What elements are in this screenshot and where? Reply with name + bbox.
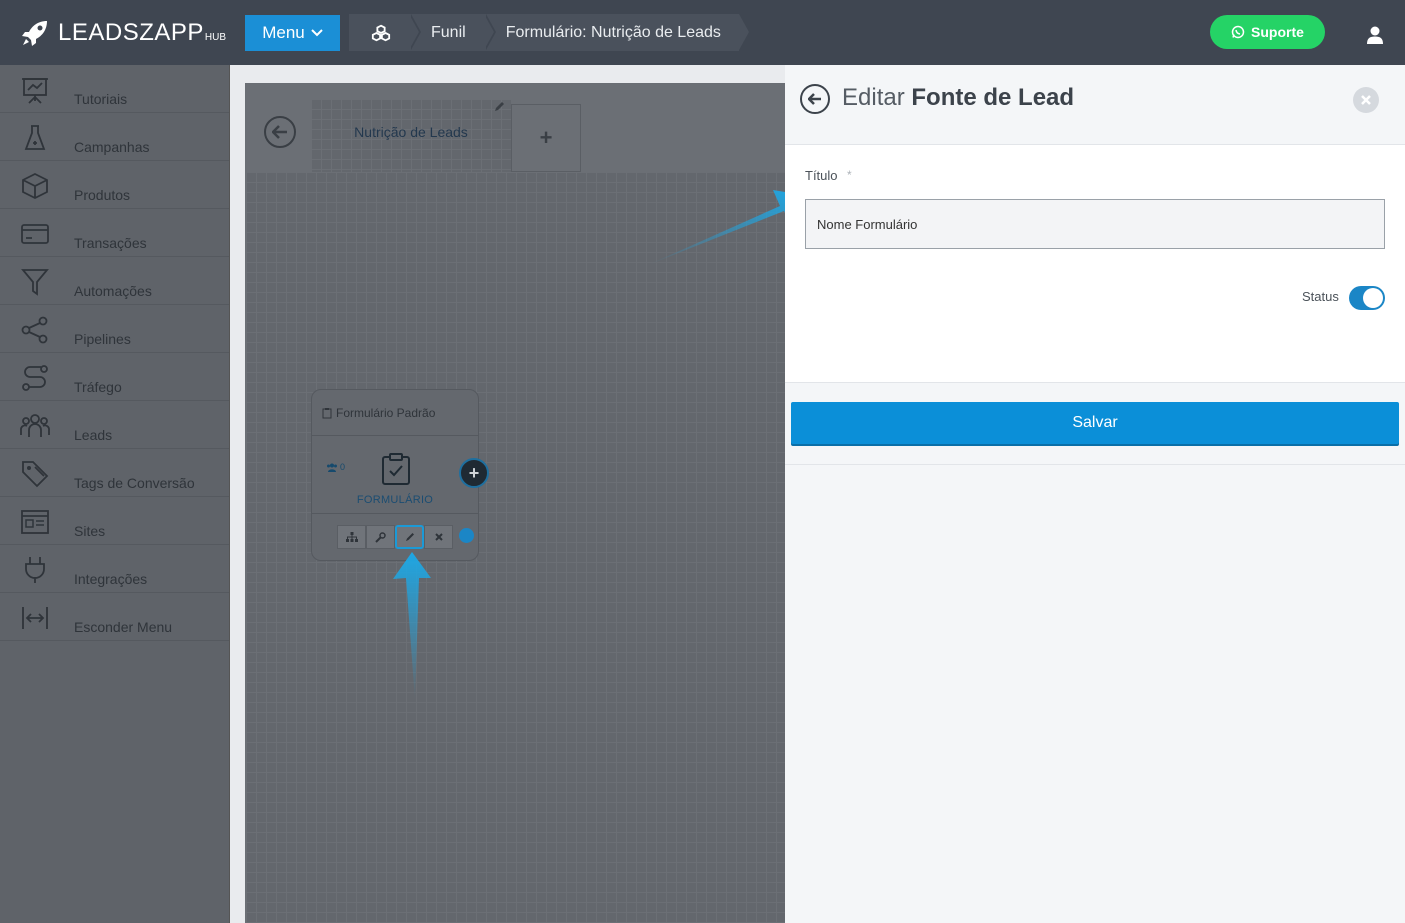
status-label: Status bbox=[1302, 289, 1339, 304]
breadcrumb-home[interactable] bbox=[349, 14, 421, 51]
sidebar-item-transa-es[interactable]: Transações bbox=[0, 209, 229, 257]
tab-nutricao-de-leads[interactable]: Nutrição de Leads bbox=[311, 99, 511, 172]
node-edit-button[interactable] bbox=[395, 525, 424, 549]
sidebar: Tutoriais Campanhas Produtos Transações Auto… bbox=[0, 65, 230, 923]
pencil-icon bbox=[405, 533, 414, 541]
sidebar-item-label: Transações bbox=[74, 235, 147, 251]
pencil-icon[interactable] bbox=[493, 101, 505, 113]
sitemap-icon bbox=[345, 532, 358, 542]
presentation-icon bbox=[22, 78, 48, 104]
breadcrumb: Funil Formulário: Nutrição de Leads bbox=[349, 14, 752, 51]
panel-back-button[interactable] bbox=[800, 84, 830, 114]
breadcrumb-funil-label: Funil bbox=[431, 23, 466, 41]
sidebar-item-produtos[interactable]: Produtos bbox=[0, 161, 229, 209]
title-input[interactable] bbox=[805, 199, 1385, 249]
flask-icon bbox=[24, 125, 46, 150]
clipboard-icon bbox=[322, 407, 332, 418]
add-tab-button[interactable]: + bbox=[511, 104, 581, 172]
arrow-left-icon bbox=[808, 93, 821, 105]
node-body: 0 FORMULÁRIO bbox=[312, 436, 478, 514]
sidebar-item-label: Esconder Menu bbox=[74, 619, 173, 635]
users-icon bbox=[327, 463, 337, 472]
users-icon bbox=[20, 414, 50, 437]
node-type-label: FORMULÁRIO bbox=[356, 494, 434, 506]
rocket-icon bbox=[22, 20, 47, 46]
clipboard-check-icon bbox=[382, 453, 410, 485]
node-connector-dot[interactable] bbox=[459, 528, 474, 543]
sidebar-item-sites[interactable]: Sites bbox=[0, 497, 229, 545]
user-icon[interactable] bbox=[1366, 25, 1384, 45]
sidebar-item-leads[interactable]: Leads bbox=[0, 401, 229, 449]
node-toolbar bbox=[337, 525, 453, 549]
close-icon bbox=[1361, 95, 1371, 105]
breadcrumb-current-label: Formulário: Nutrição de Leads bbox=[505, 23, 721, 41]
lead-count: 0 bbox=[326, 462, 345, 472]
title-field-label: Título bbox=[805, 168, 838, 183]
tags-icon bbox=[22, 461, 49, 488]
close-button[interactable] bbox=[1353, 87, 1379, 113]
box-icon bbox=[22, 172, 48, 200]
node-header: Formulário Padrão bbox=[312, 390, 478, 436]
required-marker: * bbox=[847, 168, 852, 182]
route-icon bbox=[22, 365, 48, 391]
menu-button-label: Menu bbox=[262, 23, 305, 42]
edit-lead-source-panel: Editar Fonte de Lead Título * Status Sal… bbox=[785, 65, 1405, 923]
sidebar-item-label: Automações bbox=[74, 283, 152, 299]
panel-title-bold: Fonte de Lead bbox=[911, 84, 1075, 111]
logo[interactable]: LEADSZAPP HUB bbox=[0, 0, 230, 65]
sidebar-item-label: Tags de Conversão bbox=[74, 475, 195, 491]
wrench-icon bbox=[375, 531, 386, 543]
node-delete-button[interactable] bbox=[424, 525, 453, 549]
sidebar-item-label: Sites bbox=[74, 523, 106, 539]
back-button[interactable] bbox=[264, 116, 296, 148]
share-icon bbox=[21, 316, 48, 344]
chevron-down-icon bbox=[311, 29, 323, 37]
sidebar-item-label: Pipelines bbox=[74, 331, 131, 347]
sidebar-item-esconder-menu[interactable]: Esconder Menu bbox=[0, 593, 229, 641]
sidebar-item-integra-es[interactable]: Integrações bbox=[0, 545, 229, 593]
sidebar-item-label: Tráfego bbox=[74, 379, 122, 395]
breadcrumb-current[interactable]: Formulário: Nutrição de Leads bbox=[483, 14, 752, 51]
brand-suffix: HUB bbox=[204, 32, 227, 43]
support-button[interactable]: Suporte bbox=[1210, 15, 1325, 49]
sidebar-item-label: Leads bbox=[74, 427, 113, 443]
sidebar-item-tr-fego[interactable]: Tráfego bbox=[0, 353, 229, 401]
node-settings-button[interactable] bbox=[366, 525, 395, 549]
node-title: Formulário Padrão bbox=[336, 405, 436, 420]
sidebar-item-tags-de-convers-o[interactable]: Tags de Conversão bbox=[0, 449, 229, 497]
sidebar-item-label: Campanhas bbox=[74, 139, 150, 155]
support-button-label: Suporte bbox=[1251, 24, 1304, 40]
close-icon bbox=[434, 533, 443, 541]
tab-label: Nutrição de Leads bbox=[354, 123, 468, 140]
menu-button[interactable]: Menu bbox=[245, 15, 340, 51]
credit-card-icon bbox=[21, 224, 49, 244]
panel-footer: Salvar bbox=[785, 383, 1405, 465]
brand-name: LEADSZAPP bbox=[58, 18, 204, 46]
browser-icon bbox=[21, 510, 49, 534]
panel-header: Editar Fonte de Lead bbox=[785, 65, 1405, 145]
panel-title-light: Editar bbox=[842, 84, 905, 111]
panel-title: Editar Fonte de Lead bbox=[842, 84, 1074, 112]
sidebar-item-tutoriais[interactable]: Tutoriais bbox=[0, 65, 229, 113]
lead-count-value: 0 bbox=[340, 462, 346, 472]
top-bar: LEADSZAPP HUB Menu Funil Formulário: Nut… bbox=[0, 0, 1405, 65]
whatsapp-icon bbox=[1231, 25, 1245, 39]
sidebar-item-label: Tutoriais bbox=[74, 91, 128, 107]
toggle-knob bbox=[1363, 288, 1383, 308]
node-add-connection-button[interactable]: + bbox=[459, 458, 489, 488]
filter-icon bbox=[21, 269, 49, 296]
sidebar-item-label: Integrações bbox=[74, 571, 148, 587]
sidebar-item-automa-es[interactable]: Automações bbox=[0, 257, 229, 305]
sidebar-item-label: Produtos bbox=[74, 187, 131, 203]
save-button[interactable]: Salvar bbox=[791, 402, 1399, 444]
node-structure-button[interactable] bbox=[337, 525, 366, 549]
status-toggle[interactable] bbox=[1349, 286, 1385, 310]
panel-form: Título * Status bbox=[785, 145, 1405, 383]
collapse-arrows-icon bbox=[22, 607, 48, 629]
arrow-left-icon bbox=[272, 125, 287, 139]
plug-icon bbox=[25, 557, 45, 583]
sidebar-item-pipelines[interactable]: Pipelines bbox=[0, 305, 229, 353]
cubes-icon bbox=[371, 24, 391, 41]
sidebar-item-campanhas[interactable]: Campanhas bbox=[0, 113, 229, 161]
